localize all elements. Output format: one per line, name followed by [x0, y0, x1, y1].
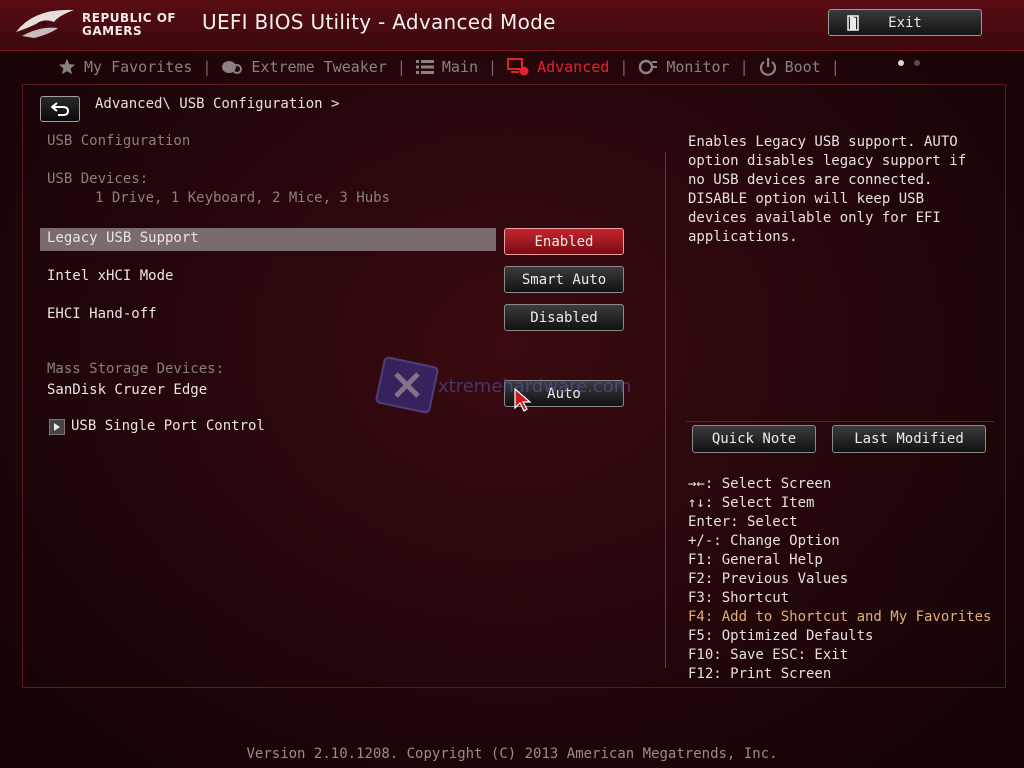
page-dot[interactable] [914, 60, 920, 66]
nav-divider: | [619, 58, 629, 76]
tab-label: Boot [784, 58, 821, 76]
exit-door-icon [847, 15, 859, 31]
setting-legacy-usb-label[interactable]: Legacy USB Support [47, 230, 199, 246]
submenu-arrow-icon[interactable] [49, 419, 65, 435]
version-footer: Version 2.10.1208. Copyright (C) 2013 Am… [246, 746, 778, 762]
tab-advanced[interactable]: Advanced [497, 58, 619, 76]
back-arrow-icon [51, 102, 69, 116]
breadcrumb: Advanced\ USB Configuration > [95, 96, 340, 112]
help-text: Enables Legacy USB support. AUTO option … [688, 134, 967, 245]
star-icon [58, 58, 76, 75]
back-button[interactable] [40, 96, 80, 122]
nav-divider: | [739, 58, 749, 76]
tab-extreme-tweaker[interactable]: Extreme Tweaker [211, 58, 396, 76]
nav-divider: | [396, 58, 406, 76]
bios-window: REPUBLIC OF GAMERS UEFI BIOS Utility - A… [0, 0, 1024, 768]
monitor-icon [639, 59, 658, 75]
usb-devices-value: 1 Drive, 1 Keyboard, 2 Mice, 3 Hubs [95, 190, 391, 206]
nav-divider: | [488, 58, 498, 76]
tweaker-icon [222, 61, 243, 74]
panel-divider [665, 152, 666, 668]
mass-storage-device-label[interactable]: SanDisk Cruzer Edge [47, 382, 207, 398]
nav-divider: | [202, 58, 212, 76]
tab-label: Main [441, 58, 479, 76]
key-hint: F1: General Help [688, 552, 823, 568]
key-legend: →←: Select Screen ↑↓: Select Item Enter:… [688, 475, 991, 684]
advanced-icon [507, 58, 529, 76]
key-hint: ↑↓: Select Item [688, 495, 815, 511]
key-hint: F2: Previous Values [688, 571, 849, 587]
brand-line2: GAMERS [82, 24, 143, 38]
usb-single-port-control-link[interactable]: USB Single Port Control [71, 418, 265, 434]
watermark-logo-icon [375, 356, 439, 414]
nav-divider: | [830, 58, 840, 76]
main-nav: My Favorites | Extreme Tweaker | Main | … [48, 54, 840, 80]
setting-xhci-mode-label[interactable]: Intel xHCI Mode [47, 268, 173, 284]
header-bar: REPUBLIC OF GAMERS UEFI BIOS Utility - A… [0, 0, 1024, 51]
tab-main[interactable]: Main [406, 58, 488, 76]
key-hint: F12: Print Screen [688, 666, 832, 682]
usb-devices-label: USB Devices: [47, 171, 149, 187]
quick-note-button[interactable]: Quick Note [692, 425, 816, 453]
mass-storage-label: Mass Storage Devices: [47, 361, 225, 377]
key-hint: Enter: Select [688, 514, 798, 530]
tab-monitor[interactable]: Monitor [628, 58, 739, 76]
key-hint-highlighted: F4: Add to Shortcut and My Favorites [688, 609, 992, 625]
rog-logo: REPUBLIC OF GAMERS [14, 6, 194, 44]
page-dot-active[interactable] [898, 60, 904, 66]
tab-label: Monitor [666, 58, 730, 76]
key-hint: F3: Shortcut [688, 590, 790, 606]
key-hint: F5: Optimized Defaults [688, 628, 874, 644]
xhci-mode-button[interactable]: Smart Auto [504, 266, 624, 293]
tab-label: Advanced [537, 58, 610, 76]
brand-text: REPUBLIC OF GAMERS [82, 12, 176, 38]
watermark: xtremehardware.com [372, 356, 631, 420]
last-modified-button[interactable]: Last Modified [832, 425, 986, 453]
legacy-usb-support-button[interactable]: Enabled [504, 228, 624, 255]
ehci-handoff-button[interactable]: Disabled [504, 304, 624, 331]
exit-button[interactable]: Exit [828, 9, 982, 36]
list-icon [415, 60, 434, 74]
power-icon [759, 58, 776, 76]
page-indicator[interactable] [898, 60, 920, 66]
key-hint: →←: Select Screen [688, 476, 832, 492]
tab-label: Extreme Tweaker [251, 58, 387, 76]
key-hint: F10: Save ESC: Exit [688, 647, 849, 663]
page-title: UEFI BIOS Utility - Advanced Mode [202, 10, 556, 34]
setting-ehci-handoff-label[interactable]: EHCI Hand-off [47, 306, 157, 322]
help-divider [686, 421, 994, 422]
tab-my-favorites[interactable]: My Favorites [48, 58, 202, 76]
tab-boot[interactable]: Boot [749, 58, 831, 76]
section-title: USB Configuration [47, 133, 191, 149]
key-hint: +/-: Change Option [688, 533, 840, 549]
mouse-cursor-icon [514, 387, 534, 416]
rog-eye-icon [16, 9, 74, 38]
tab-label: My Favorites [84, 58, 193, 76]
watermark-text: xtremehardware.com [438, 376, 632, 397]
exit-label: Exit [888, 14, 922, 31]
